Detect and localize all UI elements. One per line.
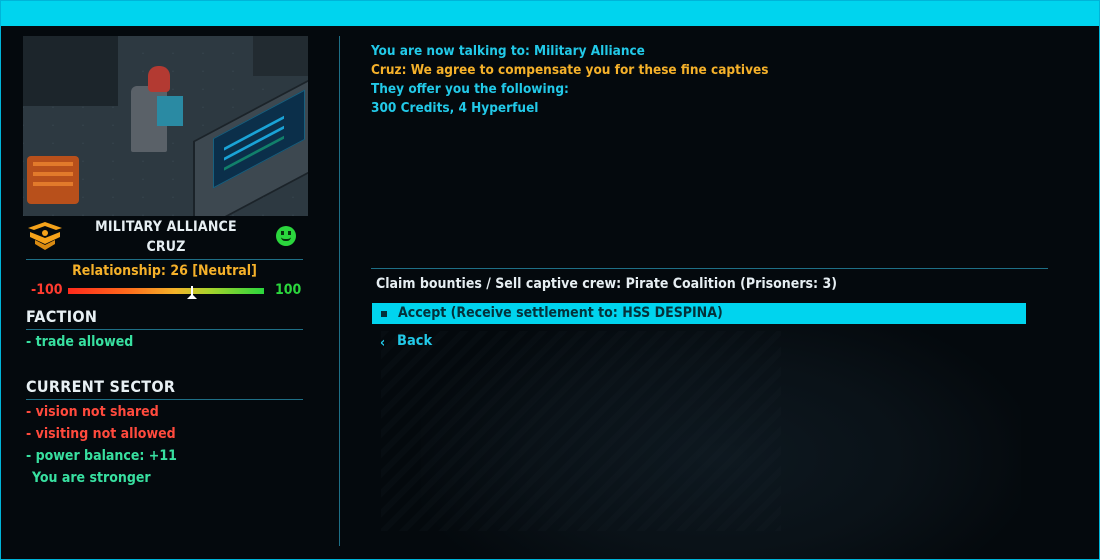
divider xyxy=(26,259,303,260)
panel-divider xyxy=(339,36,340,546)
sector-item-visiting: - visiting not allowed xyxy=(26,426,176,442)
portrait-captain-body xyxy=(157,96,183,126)
faction-item-trade: - trade allowed xyxy=(26,334,134,350)
options-title: Claim bounties / Sell captive crew: Pira… xyxy=(376,276,837,292)
dialogue-line: They offer you the following: xyxy=(371,81,569,97)
dialogue-line: You are now talking to: Military Allianc… xyxy=(371,43,645,59)
dialogue-line: Cruz: We agree to compensate you for the… xyxy=(371,62,769,78)
chevron-left-icon: ‹ xyxy=(380,335,386,351)
divider xyxy=(371,268,1048,269)
sector-item-vision: - vision not shared xyxy=(26,404,159,420)
divider xyxy=(26,329,303,330)
portrait-captain-head xyxy=(148,66,170,92)
smiley-face-icon xyxy=(276,226,296,246)
relationship-label: Relationship: 26 [Neutral] xyxy=(72,263,257,279)
relationship-min-label: -100 xyxy=(31,282,63,298)
top-bar xyxy=(1,1,1099,26)
portrait-barrel xyxy=(27,156,79,204)
sector-item-strength: You are stronger xyxy=(32,470,151,486)
background-ship-detail xyxy=(381,331,781,531)
relationship-max-label: 100 xyxy=(275,282,302,298)
faction-name: MILITARY ALLIANCE xyxy=(95,219,237,235)
divider xyxy=(26,399,303,400)
bullet-icon xyxy=(381,311,387,317)
captain-name: CRUZ xyxy=(146,239,186,255)
faction-name-block: MILITARY ALLIANCE CRUZ xyxy=(71,217,261,257)
faction-section-title: FACTION xyxy=(26,307,98,326)
military-alliance-emblem-icon xyxy=(28,222,62,250)
back-button-label: Back xyxy=(397,333,433,349)
sector-item-power-balance: - power balance: +11 xyxy=(26,448,177,464)
dialogue-line: 300 Credits, 4 Hyperfuel xyxy=(371,100,539,116)
portrait-machinery-right xyxy=(253,36,308,76)
accept-button-label: Accept (Receive settlement to: HSS DESPI… xyxy=(398,305,723,321)
portrait-machinery xyxy=(23,36,118,106)
sector-section-title: CURRENT SECTOR xyxy=(26,377,176,396)
captain-portrait xyxy=(23,36,308,216)
relationship-marker xyxy=(187,286,197,299)
accept-button[interactable]: Accept (Receive settlement to: HSS DESPI… xyxy=(372,303,1026,324)
game-window: MILITARY ALLIANCE CRUZ Relationship: 26 … xyxy=(0,0,1100,560)
relationship-bar xyxy=(68,286,264,299)
back-button[interactable]: ‹ Back xyxy=(379,333,459,353)
